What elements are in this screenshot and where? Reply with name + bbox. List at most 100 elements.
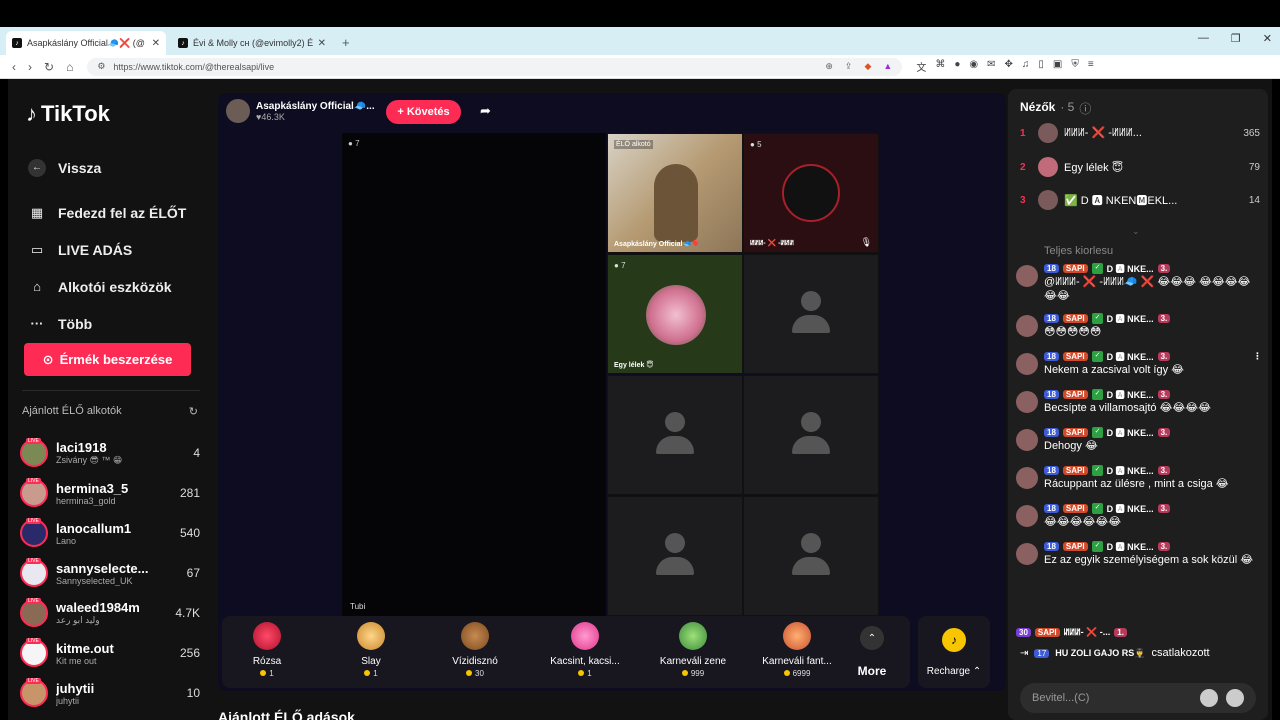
empty-seat[interactable] — [743, 254, 879, 374]
user-badges: 18 SAPI ✓ D 🅰 NKE... 3. — [1044, 501, 1262, 515]
minimize-icon[interactable]: — — [1198, 32, 1209, 45]
rewards-icon[interactable]: ▲ — [883, 61, 892, 72]
sidebar-item-live[interactable]: ▭ LIVE ADÁS — [28, 231, 198, 268]
avatar — [226, 99, 250, 123]
back-icon[interactable]: ‹ — [12, 60, 16, 74]
tiktok-logo[interactable]: ♪ TikTok — [26, 101, 110, 127]
gift-item[interactable]: Karneváli zene 999 — [648, 622, 738, 678]
list-item[interactable]: LIVE lanocallum1 Lano 540 — [20, 513, 200, 553]
guest-cell[interactable]: ÉLŐ alkotó Asapkáslány Official🧢🎈 — [607, 133, 743, 253]
chat-message[interactable]: 18 SAPI ✓ D 🅰 NKE... 3. 😳😳😳😳😳 — [1016, 311, 1262, 341]
gift-item[interactable]: Slay 1 — [326, 622, 416, 678]
username: D 🅰 NKE... — [1106, 503, 1154, 514]
send-icon[interactable] — [1226, 689, 1244, 707]
sidebar-icon[interactable]: ▯ — [1038, 59, 1044, 74]
puzzle-icon[interactable]: ✥ — [1004, 59, 1012, 74]
avatar — [1038, 190, 1058, 210]
gift-item[interactable]: Vízidisznó 30 — [430, 622, 520, 678]
list-item[interactable]: LIVE sannyselecte... Sannyselected_UK 67 — [20, 553, 200, 593]
forward-icon[interactable]: › — [28, 60, 32, 74]
sidebar-item-creator-tools[interactable]: ⌂ Alkotói eszközök — [28, 268, 198, 305]
guest-cell[interactable]: ● 7 Egy lélek 😇 — [607, 254, 743, 374]
refresh-icon[interactable]: ↻ — [189, 405, 198, 418]
fan-badge: SAPI — [1062, 389, 1088, 399]
restore-icon[interactable]: ❐ — [1231, 32, 1241, 45]
sidebar-item-more[interactable]: ··· Több — [28, 305, 198, 342]
avatar — [1016, 265, 1038, 287]
host-info[interactable]: Asapkáslány Official🧢... ♥46.3K — [226, 99, 375, 123]
vpn-icon[interactable]: ⛨ — [1071, 59, 1079, 74]
chat-input[interactable]: Bevitel...(C) — [1020, 683, 1256, 713]
get-coins-button[interactable]: ⊙ Érmék beszerzése — [24, 343, 191, 376]
chat-message[interactable]: 18 SAPI ✓ D 🅰 NKE... 3. 😂😂😂😂😂😂 — [1016, 501, 1262, 531]
list-item[interactable]: LIVE waleed1984m وليد ابو رعد 4.7K — [20, 593, 200, 633]
music-icon[interactable]: ♫ — [1022, 59, 1030, 74]
translate-icon[interactable]: 文 — [916, 59, 926, 74]
extension-icon[interactable]: ◉ — [969, 59, 978, 74]
extension-icon[interactable]: ● — [954, 59, 960, 74]
gift-price: 6999 — [752, 669, 842, 678]
help-icon[interactable]: ⓘ — [1079, 100, 1091, 117]
gift-name: Slay — [361, 656, 381, 667]
follow-button[interactable]: + Követés — [386, 100, 461, 124]
more-options-icon[interactable]: ⋮ — [1253, 351, 1262, 362]
chat-message[interactable]: 18 SAPI ✓ D 🅰 NKE... 3. Ez az egyik szem… — [1016, 539, 1262, 569]
sidebar-item-back[interactable]: ← Vissza — [28, 149, 198, 186]
chat-message[interactable]: 18 SAPI ✓ D 🅰 NKE... 3. @ꖦꖦꖦ- ❌ -ꖦꖦꖦ🧢 ❌ … — [1016, 261, 1262, 303]
full-ranking-link[interactable]: Teljes kiorlesu — [1044, 245, 1113, 257]
rank-badge: 3. — [1157, 427, 1171, 437]
gift-item[interactable]: Rózsa 1 — [222, 622, 312, 678]
close-icon[interactable]: ✕ — [318, 38, 326, 49]
share-icon[interactable]: ➦ — [480, 103, 491, 119]
sidebar-item-explore-live[interactable]: ▦ Fedezd fel az ÉLŐT — [28, 194, 198, 231]
list-item[interactable]: LIVE hermina3_5 hermina3_gold 281 — [20, 473, 200, 513]
share-icon[interactable]: ⇪ — [845, 61, 853, 72]
top-viewer-row[interactable]: 2 Egy lélek 😇 79 — [1020, 155, 1260, 179]
browser-tab-1[interactable]: ♪ Asapkáslány Official🧢❌ (@ ✕ — [6, 31, 166, 55]
expand-chevron-icon[interactable]: ⌄ — [1132, 226, 1140, 237]
new-tab-icon[interactable]: + — [342, 35, 350, 50]
home-icon[interactable]: ⌂ — [66, 60, 73, 74]
extension-icon[interactable]: ✉ — [987, 59, 995, 74]
extension-icon[interactable]: ⌘ — [935, 59, 945, 74]
browser-tab-2[interactable]: ♪ Évi & Molly cн (@evimolly2) ÉLŐ adá ✕ — [172, 31, 332, 55]
url-field[interactable]: ⚙ https://www.tiktok.com/@therealsapi/li… — [87, 57, 903, 76]
recommended-header: Ajánlott ÉLŐ alkotók ↻ — [22, 405, 198, 418]
check-icon: ✓ — [1091, 388, 1103, 400]
close-window-icon[interactable]: ✕ — [1263, 32, 1272, 45]
get-coins-label: Érmék beszerzése — [59, 352, 173, 367]
empty-seat[interactable] — [743, 375, 879, 495]
top-viewer-row[interactable]: 1 ꖦꖦꖦ- ❌ -ꖦꖦꖦ... 365 — [1020, 121, 1260, 145]
site-settings-icon[interactable]: ⚙ — [97, 61, 105, 72]
avatar — [1038, 157, 1058, 177]
user-badges: 18 SAPI ✓ D 🅰 NKE... 3. ⋮ — [1044, 349, 1262, 363]
emoji-icon[interactable] — [1200, 689, 1218, 707]
empty-seat[interactable] — [743, 496, 879, 616]
heart-wink-icon — [571, 622, 599, 650]
chat-message[interactable]: 18 SAPI ✓ D 🅰 NKE... 3. Dehogy 😂 — [1016, 425, 1262, 455]
empty-seat[interactable] — [607, 496, 743, 616]
wallet-icon[interactable]: ▣ — [1053, 59, 1062, 74]
guest-cell[interactable]: ● 5 ꖦꖦꖦ- ❌ -ꖦꖦꖦ 🎙 — [743, 133, 879, 253]
chat-message[interactable]: 30 SAPI ꖦꖦꖦ- ❌ -... 1. — [1016, 627, 1262, 638]
list-item[interactable]: LIVE kitme.out Kit me out 256 — [20, 633, 200, 673]
zoom-icon[interactable]: ⊕ — [825, 61, 833, 72]
chat-message[interactable]: 18 SAPI ✓ D 🅰 NKE... 3. Rácuppant az ülé… — [1016, 463, 1262, 493]
recharge-button[interactable]: ♪ Recharge ⌃ — [918, 616, 990, 688]
sidebar-menu: ← Vissza ▦ Fedezd fel az ÉLŐT ▭ LIVE ADÁ… — [28, 149, 198, 342]
more-gifts-button[interactable]: ⌃ More — [847, 616, 897, 678]
list-item[interactable]: LIVE laci1918 Zsivány 😎 ™ 😁 4 — [20, 433, 200, 473]
main-video[interactable]: ● 7 Tubi — [342, 133, 606, 617]
chat-message[interactable]: 18 SAPI ✓ D 🅰 NKE... 3. Becsípte a villa… — [1016, 387, 1262, 417]
viewers-header: Nézők · 5 ⓘ — [1020, 100, 1091, 117]
reload-icon[interactable]: ↻ — [44, 60, 54, 74]
top-viewer-row[interactable]: 3 ✅ D 🅰 NKEN🅼EKL... 14 — [1020, 188, 1260, 212]
close-icon[interactable]: ✕ — [152, 38, 160, 49]
empty-seat[interactable] — [607, 375, 743, 495]
gift-item[interactable]: Kacsint, kacsi... 1 — [540, 622, 630, 678]
gift-item[interactable]: Karneváli fant... 6999 — [752, 622, 842, 678]
menu-icon[interactable]: ≡ — [1088, 59, 1094, 74]
chat-message[interactable]: 18 SAPI ✓ D 🅰 NKE... 3. ⋮ Nekem a zacsiv… — [1016, 349, 1262, 379]
list-item[interactable]: LIVE juhytii juhytii 10 — [20, 673, 200, 713]
brave-shield-icon[interactable]: ◆ — [864, 61, 871, 72]
